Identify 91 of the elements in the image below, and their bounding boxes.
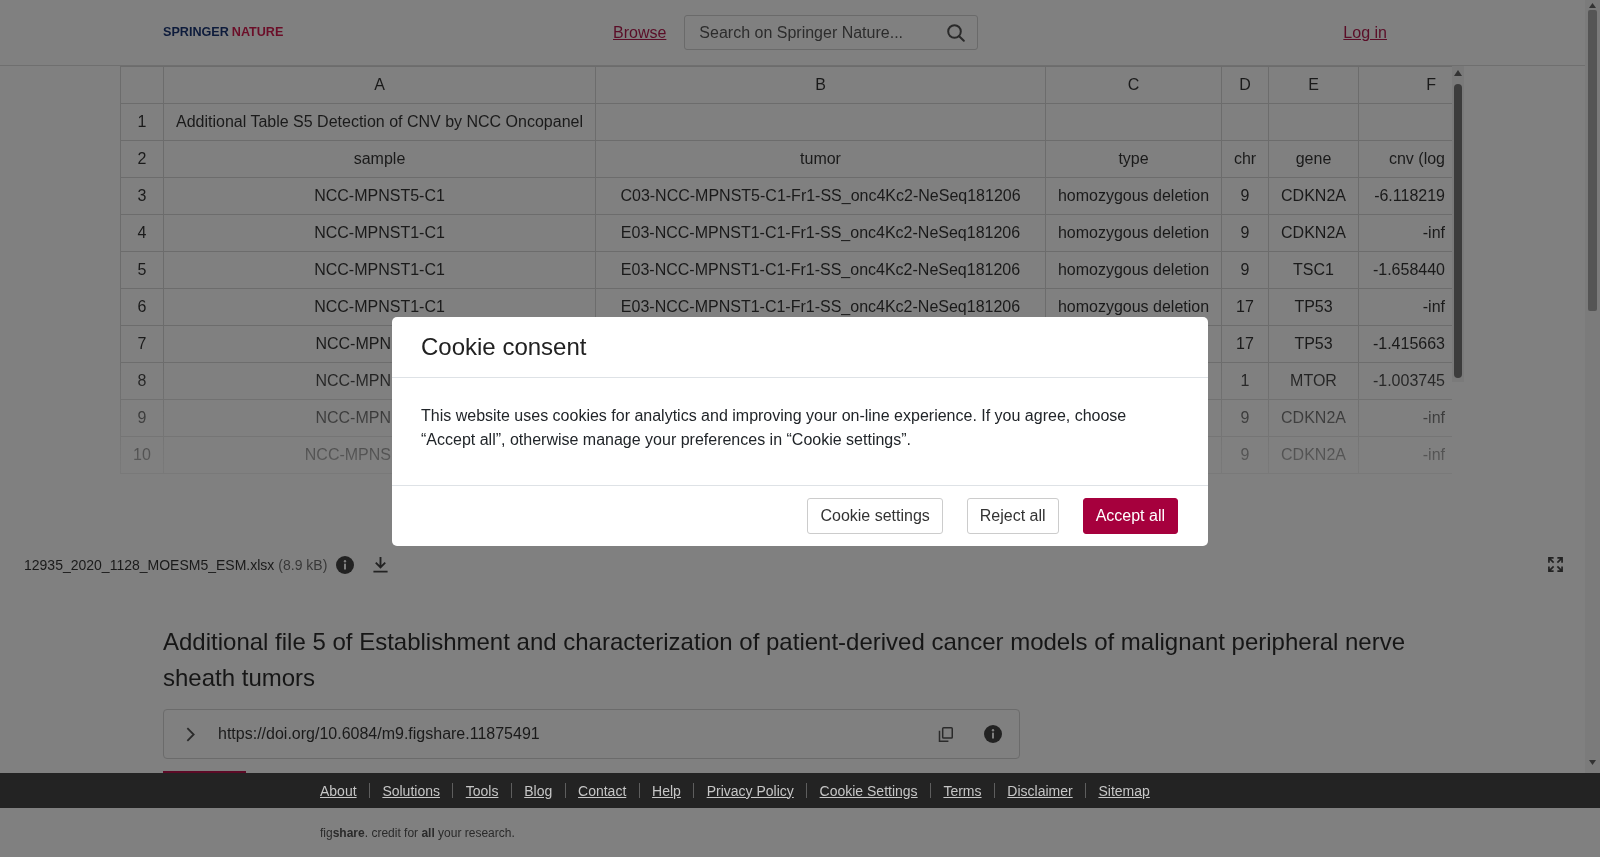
table-cell-text: 9 — [1239, 186, 1251, 206]
footer-link[interactable]: Sitemap — [1098, 782, 1150, 799]
footer-link[interactable]: Solutions — [382, 782, 440, 799]
row-number: 3 — [136, 186, 148, 206]
table-cell-text: TSC1 — [1292, 260, 1335, 280]
table-cell-text: -1.658440 — [1371, 260, 1446, 280]
table-cell-text: NCC-MPN — [314, 371, 392, 391]
accept-button[interactable]: Accept all — [1082, 498, 1178, 534]
table-cell-text: homozygous deletion — [1056, 297, 1211, 317]
scrollbar[interactable] — [1452, 66, 1464, 382]
footer-link[interactable]: Privacy Policy — [706, 782, 794, 799]
footer-link[interactable]: Tools — [465, 782, 499, 799]
table-cell-text: type — [1117, 149, 1150, 169]
table-cell-text: -inf — [1421, 223, 1446, 243]
search-field[interactable]: Search on Springer Nature... — [684, 15, 979, 50]
dialog-text: This website uses cookies for analytics and improving your on-line experience. If you agree, choose “Accept all”, otherwise manage your preferences in “Cookie settings”. — [421, 406, 1128, 450]
logo[interactable]: SPRINGER NATURE — [163, 25, 284, 40]
footer-link[interactable]: Help — [652, 782, 681, 799]
table-cell-text: 1 — [1239, 371, 1251, 391]
column-header: F — [1425, 75, 1437, 95]
table-cell-text: 17 — [1235, 334, 1255, 354]
column-header: B — [814, 75, 827, 95]
footer-link[interactable]: Blog — [524, 782, 553, 799]
download-icon[interactable] — [372, 556, 390, 573]
search-input[interactable]: Search on Springer Nature... — [699, 21, 942, 44]
table-cell-text: CDKN2A — [1280, 223, 1347, 243]
table-cell-text: NCC-MPN — [314, 334, 392, 354]
table-cell-text: 17 — [1235, 297, 1255, 317]
column-header: E — [1307, 75, 1320, 95]
table-cell-text: tumor — [799, 149, 842, 169]
table-cell-text: CDKN2A — [1280, 186, 1347, 206]
table-cell-text: E03-NCC-MPNST1-C1-Fr1-SS_onc4Kc2-NeSeq181206 — [619, 260, 1022, 280]
row-number: 4 — [136, 223, 148, 243]
row-number: 1 — [136, 112, 148, 132]
table-cell-text: MTOR — [1289, 371, 1338, 391]
row-number: 2 — [136, 149, 148, 169]
row-number: 7 — [136, 334, 148, 354]
table-cell-text: -1.003745 — [1371, 371, 1446, 391]
table-cell-text: homozygous deletion — [1056, 260, 1211, 280]
footer-link[interactable]: Cookie Settings — [819, 782, 918, 799]
chevron-icon[interactable] — [186, 726, 195, 742]
table-cell-text: 9 — [1239, 223, 1251, 243]
table-cell-text: cnv (log — [1387, 149, 1446, 169]
row-number: 6 — [136, 297, 148, 317]
table-cell-text: CDKN2A — [1280, 408, 1347, 428]
table-cell-text: TP53 — [1293, 334, 1334, 354]
table-cell-text: gene — [1294, 149, 1333, 169]
table-cell-text: NCC-MPN — [314, 408, 392, 428]
table-cell-text: C03-NCC-MPNST5-C1-Fr1-SS_onc4Kc2-NeSeq181206 — [619, 186, 1022, 206]
copy-icon[interactable] — [938, 726, 953, 742]
table-cell-text: E03-NCC-MPNST1-C1-Fr1-SS_onc4Kc2-NeSeq181206 — [619, 223, 1022, 243]
doi-link[interactable]: https://doi.org/10.6084/m9.figshare.11875491 — [218, 725, 938, 743]
column-header: A — [373, 75, 386, 95]
table-cell-text: TP53 — [1293, 297, 1334, 317]
column-header: C — [1126, 75, 1141, 95]
footer-link[interactable]: Disclaimer — [1007, 782, 1073, 799]
item-title: Additional file 5 of Establishment and characterization of patient-derived cancer models of malignant peripheral nerve sheath tumors — [163, 627, 1407, 693]
table-cell-text: -inf — [1421, 297, 1446, 317]
footer-link[interactable]: Contact — [578, 782, 627, 799]
info-icon[interactable] — [984, 725, 1002, 743]
table-cell-text: -inf — [1421, 408, 1446, 428]
file-size: (8.9 kB) — [278, 556, 328, 573]
table-cell-text: NCC-MPNST5-C1 — [313, 186, 446, 206]
table-cell-text: NCC-MPNST1-C1 — [313, 260, 446, 280]
login-link[interactable]: Log in — [1343, 23, 1387, 42]
dialog-title: Cookie consent — [421, 333, 587, 361]
info-icon[interactable] — [336, 555, 355, 574]
file-name: 12935_2020_1128_MOESM5_ESM.xlsx — [24, 556, 275, 573]
table-cell-text: 9 — [1239, 408, 1251, 428]
footer-link[interactable]: Terms — [943, 782, 982, 799]
table-cell-text: Additional Table S5 Detection of CNV by NCC Oncopanel — [174, 112, 584, 132]
table-cell-text: NCC-MPNST1-C1 — [313, 297, 446, 317]
column-header: D — [1238, 75, 1252, 95]
table-cell-text: sample — [352, 149, 407, 169]
tagline: figshare. credit for all your research. — [320, 825, 515, 840]
row-number: 8 — [136, 371, 148, 391]
table-cell-text: homozygous deletion — [1056, 223, 1211, 243]
footer-link[interactable]: About — [320, 782, 357, 799]
table-cell-text: homozygous deletion — [1056, 186, 1211, 206]
dialog-button[interactable]: Reject all — [966, 498, 1059, 534]
table-cell-text: -6.118219 — [1373, 186, 1446, 206]
table-cell-text: NCC-MPNST1-C1 — [313, 223, 446, 243]
expand-icon[interactable] — [1548, 557, 1563, 572]
dialog-button[interactable]: Cookie settings — [807, 498, 943, 534]
table-cell-text: E03-NCC-MPNST1-C1-Fr1-SS_onc4Kc2-NeSeq181206 — [619, 297, 1022, 317]
table-cell-text: chr — [1232, 149, 1258, 169]
row-number: 9 — [136, 408, 148, 428]
row-number: 5 — [136, 260, 148, 280]
search-icon[interactable] — [947, 23, 966, 42]
table-cell-text: -1.415663 — [1371, 334, 1446, 354]
table-cell-text: 9 — [1239, 260, 1251, 280]
